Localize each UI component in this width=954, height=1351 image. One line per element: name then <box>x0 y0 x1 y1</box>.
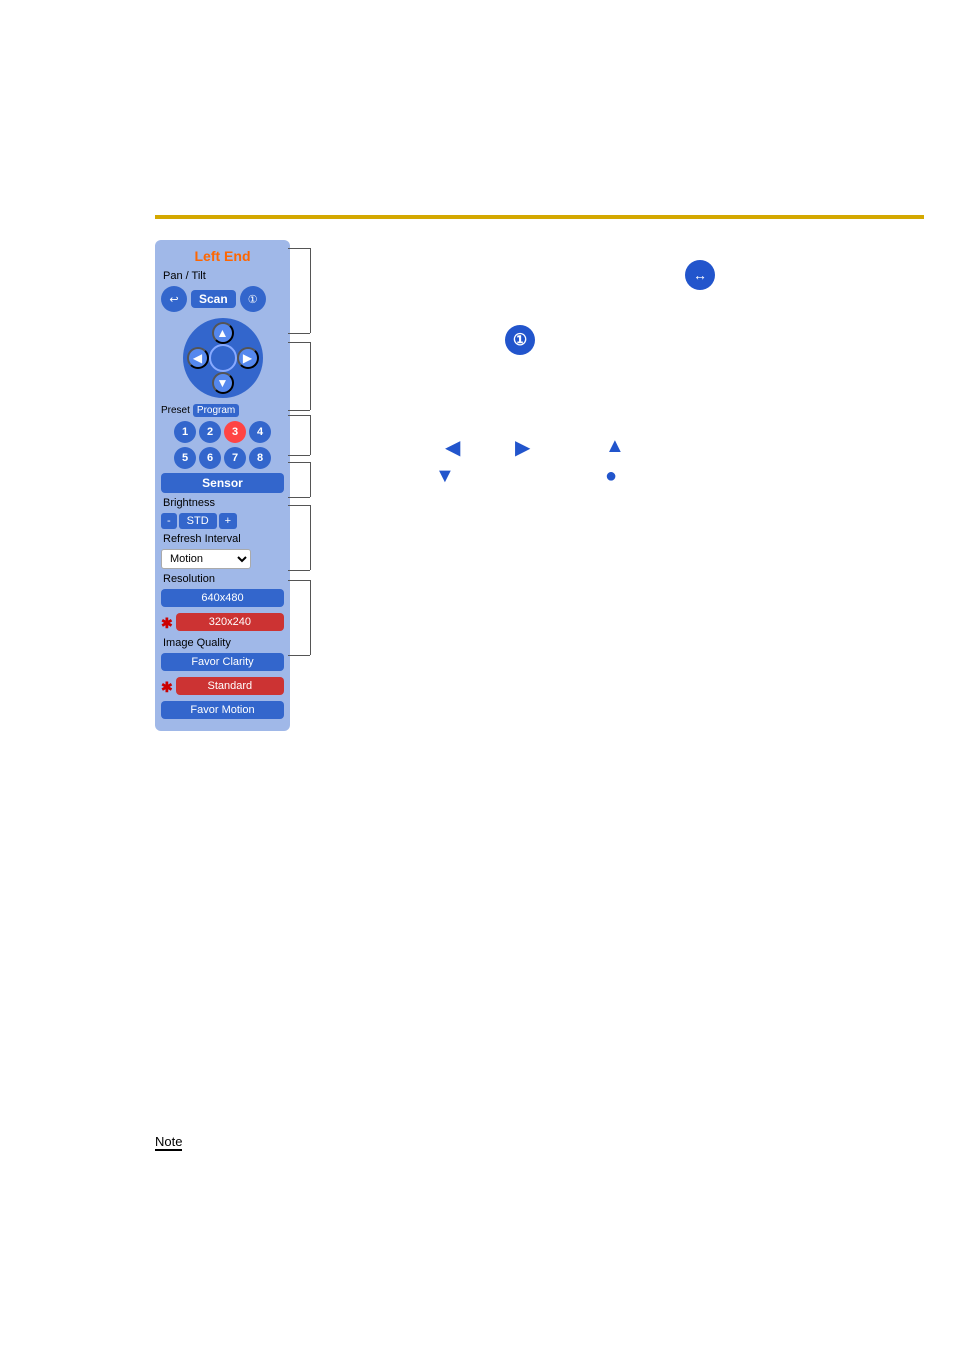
brightness-std-button[interactable]: STD <box>179 513 217 529</box>
num-btn-8[interactable]: 8 <box>249 447 271 469</box>
bracket-line-1 <box>288 248 310 249</box>
standard-iq-row: ✱ Standard <box>161 677 284 697</box>
num-btn-3[interactable]: 3 <box>224 421 246 443</box>
ptz-center <box>209 344 237 372</box>
num-btn-1[interactable]: 1 <box>174 421 196 443</box>
return-scan-button[interactable]: ↩ <box>161 286 187 312</box>
bracket-vert-1 <box>310 248 311 333</box>
ptz-left-button[interactable]: ◀ <box>187 347 209 369</box>
scan-button[interactable]: Scan <box>191 290 236 308</box>
bracket-line-12 <box>288 655 310 656</box>
sensor-button[interactable]: Sensor <box>161 473 284 493</box>
panel-title: Left End <box>195 248 251 264</box>
bracket-vert-4 <box>310 462 311 497</box>
num-btn-5[interactable]: 5 <box>174 447 196 469</box>
arrow-down-right-icon: ● <box>605 465 617 488</box>
resolution-320-star: ✱ <box>161 615 173 632</box>
num-btn-4[interactable]: 4 <box>249 421 271 443</box>
bracket-line-3 <box>288 342 310 343</box>
brightness-label: Brightness <box>163 497 215 509</box>
preset-program-row: Preset Program <box>161 404 284 417</box>
refresh-interval-select[interactable]: Motion <box>161 549 251 569</box>
arrow-left-icon: ◀ <box>445 435 460 460</box>
bracket-line-2 <box>288 333 310 334</box>
ptz-joystick: ▲ ▼ ◀ ▶ <box>183 318 263 398</box>
resolution-320-button[interactable]: 320x240 <box>176 613 284 631</box>
brightness-minus-button[interactable]: - <box>161 513 177 529</box>
refresh-label: Refresh Interval <box>163 533 241 545</box>
bracket-line-6 <box>288 455 310 456</box>
num-row-1: 1 2 3 4 <box>174 421 271 443</box>
brightness-row: - STD + <box>161 513 284 529</box>
preset-label: Preset <box>161 405 190 416</box>
main-area: Left End Pan / Tilt ↩ Scan ① ▲ ▼ ◀ ▶ Pre… <box>155 230 924 1321</box>
resolution-320-row: ✱ 320x240 <box>161 613 284 633</box>
bracket-line-5 <box>288 415 310 416</box>
bracket-line-10 <box>288 570 310 571</box>
bracket-line-7 <box>288 462 310 463</box>
bracket-vert-2 <box>310 342 311 410</box>
bracket-line-8 <box>288 497 310 498</box>
gold-rule <box>155 215 924 219</box>
ptz-right-button[interactable]: ▶ <box>237 347 259 369</box>
bracket-line-11 <box>288 580 310 581</box>
bracket-vert-3 <box>310 415 311 455</box>
ptz-up-button[interactable]: ▲ <box>212 322 234 344</box>
arrow-right-icon: ▶ <box>515 435 530 460</box>
num-row-2: 5 6 7 8 <box>174 447 271 469</box>
bracket-vert-5 <box>310 505 311 570</box>
resolution-label: Resolution <box>163 573 215 585</box>
brightness-plus-button[interactable]: + <box>219 513 237 529</box>
bracket-line-9 <box>288 505 310 506</box>
annotation-circle-arrow: ↔ <box>685 260 715 290</box>
ptz-down-button[interactable]: ▼ <box>212 372 234 394</box>
bracket-line-4 <box>288 410 310 411</box>
num-btn-6[interactable]: 6 <box>199 447 221 469</box>
camera-panel: Left End Pan / Tilt ↩ Scan ① ▲ ▼ ◀ ▶ Pre… <box>155 240 290 731</box>
annotation-circle-1: ① <box>505 325 535 355</box>
scan-1-button[interactable]: ① <box>240 286 266 312</box>
resolution-640-button[interactable]: 640x480 <box>161 589 284 607</box>
program-label: Program <box>193 404 239 417</box>
pan-tilt-label: Pan / Tilt <box>163 270 206 282</box>
standard-iq-button[interactable]: Standard <box>176 677 284 695</box>
bracket-vert-6 <box>310 580 311 655</box>
favor-clarity-button[interactable]: Favor Clarity <box>161 653 284 671</box>
note-label: Note <box>155 1134 182 1151</box>
num-btn-2[interactable]: 2 <box>199 421 221 443</box>
num-btn-7[interactable]: 7 <box>224 447 246 469</box>
image-quality-label: Image Quality <box>163 637 231 649</box>
arrow-down-left-icon: ▼ <box>435 465 455 488</box>
footer-note-area: Note <box>155 1134 182 1151</box>
favor-motion-button[interactable]: Favor Motion <box>161 701 284 719</box>
arrow-up-icon: ▲ <box>605 435 625 458</box>
standard-iq-star: ✱ <box>161 679 173 696</box>
scan-row: ↩ Scan ① <box>161 286 284 312</box>
